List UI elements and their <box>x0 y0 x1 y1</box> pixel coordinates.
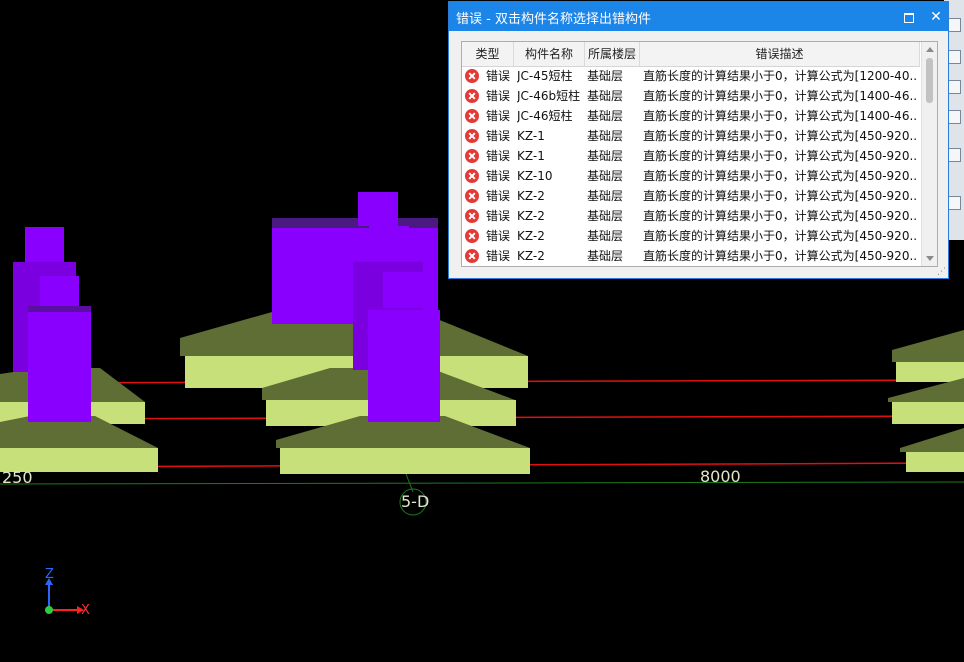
table-body: 错误 JC-45短柱 基础层 直筋长度的计算结果小于0，计算公式为[1200-40..… <box>462 66 920 266</box>
table-row[interactable]: 错误 KZ-2 基础层 直筋长度的计算结果小于0，计算公式为[450-920... <box>462 206 920 226</box>
row-description: 直筋长度的计算结果小于0，计算公式为[450-920... <box>643 169 918 183</box>
error-icon <box>465 209 479 223</box>
scroll-up-icon[interactable] <box>926 47 934 52</box>
table-row[interactable]: 错误 KZ-2 基础层 直筋长度的计算结果小于0，计算公式为[450-920... <box>462 186 920 206</box>
row-component-name[interactable]: KZ-10 <box>517 166 587 186</box>
error-icon <box>465 69 479 83</box>
row-floor: 基础层 <box>587 169 624 183</box>
row-floor: 基础层 <box>587 189 624 203</box>
scroll-down-icon[interactable] <box>926 256 934 261</box>
dialog-title: 错误 - 双击构件名称选择出错构件 <box>456 12 651 27</box>
grid-axis-label: 5-D <box>401 492 430 511</box>
table-row[interactable]: 错误 KZ-10 基础层 直筋长度的计算结果小于0，计算公式为[450-920... <box>462 166 920 186</box>
view-tool-button[interactable] <box>947 148 961 162</box>
view-tool-button[interactable] <box>947 80 961 94</box>
maximize-icon <box>904 13 914 23</box>
error-icon <box>465 149 479 163</box>
axis-x-label: X <box>81 603 90 618</box>
row-description: 直筋长度的计算结果小于0，计算公式为[450-920... <box>643 209 918 223</box>
row-type: 错误 <box>486 169 511 183</box>
row-type: 错误 <box>486 229 511 243</box>
error-icon <box>465 109 479 123</box>
dimension-label-left: 250 <box>2 468 33 487</box>
row-type: 错误 <box>486 89 511 103</box>
error-icon <box>465 129 479 143</box>
row-type: 错误 <box>486 69 511 83</box>
error-icon <box>465 169 479 183</box>
vertical-scrollbar[interactable] <box>921 42 937 266</box>
dimension-label-right: 8000 <box>700 467 741 486</box>
row-type: 错误 <box>486 189 511 203</box>
error-dialog: 错误 - 双击构件名称选择出错构件 ✕ 类型 构件名称 所属楼层 错误描述 错误… <box>448 1 949 279</box>
row-floor: 基础层 <box>587 209 624 223</box>
row-component-name[interactable]: JC-46短柱 <box>517 106 587 126</box>
table-header: 类型 构件名称 所属楼层 错误描述 <box>462 42 920 67</box>
row-type: 错误 <box>486 109 511 123</box>
row-description: 直筋长度的计算结果小于0，计算公式为[450-920... <box>643 149 918 163</box>
row-floor: 基础层 <box>587 229 624 243</box>
right-footing-group <box>888 330 964 472</box>
maximize-button[interactable] <box>901 9 917 25</box>
row-floor: 基础层 <box>587 249 624 263</box>
table-row[interactable]: 错误 JC-46b短柱 基础层 直筋长度的计算结果小于0，计算公式为[1400-46.… <box>462 86 920 106</box>
row-description: 直筋长度的计算结果小于0，计算公式为[450-920... <box>643 249 918 263</box>
row-component-name[interactable]: KZ-2 <box>517 186 587 206</box>
error-icon <box>465 249 479 263</box>
row-type: 错误 <box>486 249 511 263</box>
row-component-name[interactable]: JC-45短柱 <box>517 66 587 86</box>
row-description: 直筋长度的计算结果小于0，计算公式为[1200-40... <box>643 69 918 83</box>
grid-line <box>0 481 964 485</box>
table-row[interactable]: 错误 JC-46短柱 基础层 直筋长度的计算结果小于0，计算公式为[1400-46..… <box>462 106 920 126</box>
close-icon: ✕ <box>930 9 942 25</box>
row-floor: 基础层 <box>587 69 624 83</box>
row-type: 错误 <box>486 129 511 143</box>
column-header-name[interactable]: 构件名称 <box>514 42 585 66</box>
error-icon <box>465 89 479 103</box>
resize-grip-icon[interactable]: ⋰ <box>937 267 947 277</box>
row-component-name[interactable]: KZ-2 <box>517 206 587 226</box>
row-component-name[interactable]: KZ-2 <box>517 246 587 266</box>
error-table[interactable]: 类型 构件名称 所属楼层 错误描述 错误 JC-45短柱 基础层 直筋长度的计算结果小… <box>461 41 938 267</box>
row-type: 错误 <box>486 209 511 223</box>
row-floor: 基础层 <box>587 149 624 163</box>
axis-z-label: Z <box>45 567 54 582</box>
axis-gizmo <box>45 578 84 614</box>
row-component-name[interactable]: KZ-2 <box>517 226 587 246</box>
error-icon <box>465 229 479 243</box>
row-type: 错误 <box>486 149 511 163</box>
row-floor: 基础层 <box>587 89 624 103</box>
column-header-type[interactable]: 类型 <box>462 42 514 66</box>
table-row[interactable]: 错误 KZ-1 基础层 直筋长度的计算结果小于0，计算公式为[450-920... <box>462 126 920 146</box>
row-description: 直筋长度的计算结果小于0，计算公式为[1400-46... <box>643 109 918 123</box>
row-component-name[interactable]: KZ-1 <box>517 126 587 146</box>
row-description: 直筋长度的计算结果小于0，计算公式为[450-920... <box>643 189 918 203</box>
left-footing-group <box>0 227 158 472</box>
row-floor: 基础层 <box>587 109 624 123</box>
scroll-thumb[interactable] <box>926 58 933 103</box>
row-floor: 基础层 <box>587 129 624 143</box>
table-row[interactable]: 错误 JC-45短柱 基础层 直筋长度的计算结果小于0，计算公式为[1200-40..… <box>462 66 920 86</box>
close-button[interactable]: ✕ <box>928 9 944 25</box>
column-header-desc[interactable]: 错误描述 <box>640 42 920 66</box>
row-description: 直筋长度的计算结果小于0，计算公式为[1400-46... <box>643 89 918 103</box>
row-component-name[interactable]: JC-46b短柱 <box>517 86 587 106</box>
view-tool-button[interactable] <box>947 196 961 210</box>
column-header-floor[interactable]: 所属楼层 <box>585 42 640 66</box>
table-row[interactable]: 错误 KZ-2 基础层 直筋长度的计算结果小于0，计算公式为[450-920... <box>462 226 920 246</box>
view-tool-button[interactable] <box>947 18 961 32</box>
table-row[interactable]: 错误 KZ-2 基础层 直筋长度的计算结果小于0，计算公式为[450-920... <box>462 246 920 266</box>
row-description: 直筋长度的计算结果小于0，计算公式为[450-920... <box>643 229 918 243</box>
error-icon <box>465 189 479 203</box>
row-description: 直筋长度的计算结果小于0，计算公式为[450-920... <box>643 129 918 143</box>
dialog-titlebar[interactable]: 错误 - 双击构件名称选择出错构件 ✕ <box>449 2 948 31</box>
view-tool-button[interactable] <box>947 110 961 124</box>
view-tool-button[interactable] <box>947 50 961 64</box>
row-component-name[interactable]: KZ-1 <box>517 146 587 166</box>
table-row[interactable]: 错误 KZ-1 基础层 直筋长度的计算结果小于0，计算公式为[450-920... <box>462 146 920 166</box>
